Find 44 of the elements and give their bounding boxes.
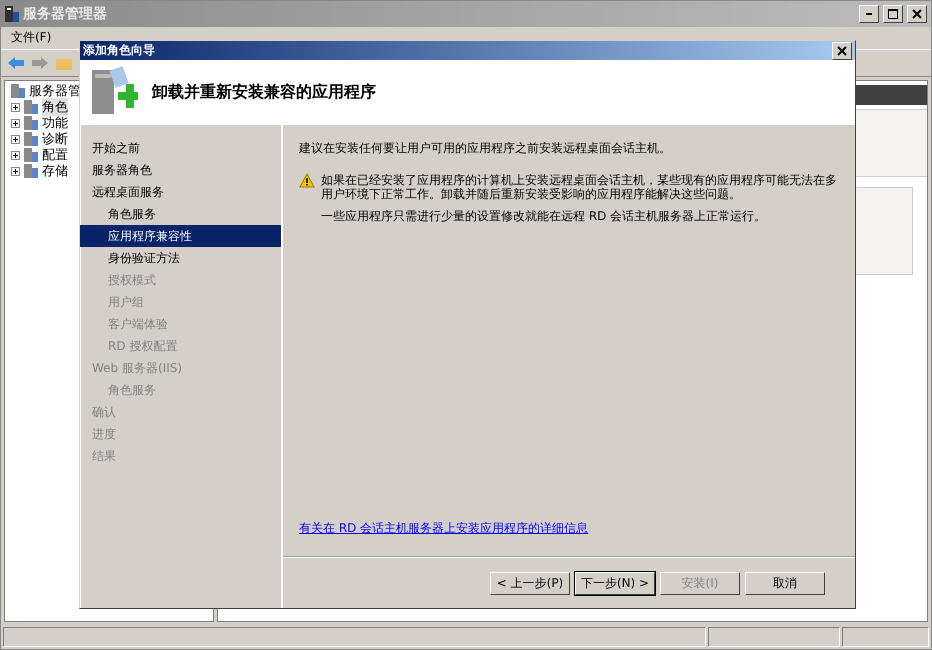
server-icon — [11, 84, 25, 98]
expand-icon[interactable] — [11, 150, 20, 160]
expand-icon[interactable] — [11, 134, 20, 144]
warning-icon — [299, 173, 315, 188]
expand-icon[interactable] — [11, 166, 20, 176]
server-icon — [24, 148, 38, 162]
close-icon — [912, 9, 922, 19]
server-icon — [24, 100, 38, 114]
server-icon — [5, 6, 19, 22]
page-heading: 卸载并重新安装兼容的应用程序 — [152, 82, 376, 102]
wizard-step[interactable]: 身份验证方法 — [80, 247, 281, 269]
minimize-button[interactable] — [859, 5, 879, 23]
close-button[interactable] — [832, 42, 852, 60]
intro-text: 建议在安装任何要让用户可用的应用程序之前安装远程桌面会话主机。 — [299, 141, 672, 155]
wizard-button[interactable]: 取消 — [745, 572, 825, 594]
wizard-step[interactable]: 角色服务 — [80, 203, 281, 225]
minimize-icon — [866, 13, 872, 15]
server-icon — [24, 116, 38, 130]
window-title: 服务器管理器 — [23, 5, 108, 23]
details-link[interactable]: 有关在 RD 会话主机服务器上安装应用程序的详细信息 — [299, 520, 839, 537]
server-icon — [24, 132, 38, 146]
wizard-step[interactable]: 远程桌面服务 — [80, 181, 281, 203]
warning-text: 如果在已经安装了应用程序的计算机上安装远程桌面会话主机，某些现有的应用程序可能无法在多用户环境下正常工作。卸载并随后重新安装受影响的应用程序能解决这些问题。 — [321, 173, 838, 201]
tree-item[interactable]: 配置 — [42, 146, 68, 164]
menu-item[interactable]: 文件(F) — [11, 29, 52, 47]
wizard-step[interactable]: 应用程序兼容性 — [80, 225, 281, 247]
close-icon — [837, 46, 847, 56]
wizard-step[interactable]: 开始之前 — [80, 137, 281, 159]
maximize-icon — [888, 9, 898, 19]
tree-item[interactable]: 服务器管 — [29, 82, 81, 100]
tree-item[interactable]: 存储 — [42, 162, 68, 180]
expand-icon[interactable] — [11, 102, 20, 112]
dialog-title: 添加角色向导 — [83, 42, 156, 59]
expand-icon[interactable] — [11, 118, 20, 128]
maximize-button[interactable] — [883, 5, 903, 23]
tree-item[interactable]: 角色 — [42, 98, 68, 116]
close-button[interactable] — [907, 5, 927, 23]
wizard-step[interactable]: 服务器角色 — [80, 159, 281, 181]
note-text: 一些应用程序只需进行少量的设置修改就能在远程 RD 会话主机服务器上正常运行。 — [321, 209, 768, 223]
wizard-button[interactable]: 下一步(N) > — [575, 572, 655, 594]
tree-item[interactable]: 功能 — [42, 114, 68, 132]
wizard-button[interactable]: < 上一步(P) — [490, 572, 570, 594]
server-icon — [24, 164, 38, 178]
tree-item[interactable]: 诊断 — [42, 130, 68, 148]
